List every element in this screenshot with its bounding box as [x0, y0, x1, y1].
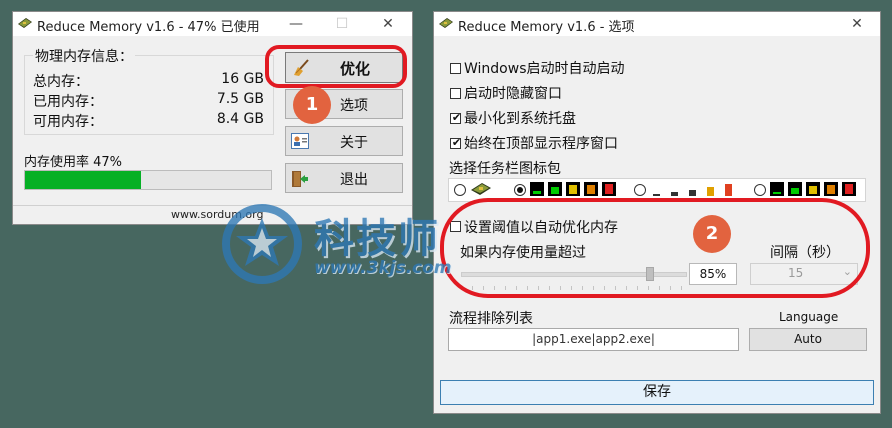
save-button-label: 保存 [643, 384, 671, 400]
main-window-title: Reduce Memory v1.6 - 47% 已使用 [37, 20, 260, 35]
memory-usage-fill [25, 171, 141, 189]
chip-pack-icon [471, 183, 491, 195]
exit-button[interactable]: 退出 [285, 163, 403, 193]
optimize-highlight-ring [265, 45, 407, 88]
memory-info-title: 物理内存信息： [33, 46, 135, 66]
radio-dot [517, 187, 523, 193]
exclusion-input[interactable]: |app1.exe|app2.exe| [448, 328, 739, 351]
segmented-bars-pack-icon [770, 182, 856, 196]
options-button-label: 选项 [340, 98, 368, 114]
about-button[interactable]: 关于 [285, 126, 403, 156]
exclusion-label: 流程排除列表 [449, 311, 533, 327]
save-button[interactable]: 保存 [440, 380, 874, 405]
dark-bars-pack-icon [530, 182, 616, 196]
memory-chip-icon [18, 18, 32, 28]
icon-pack-radio-2[interactable] [514, 184, 526, 196]
close-button[interactable]: ✕ [365, 12, 411, 36]
maximize-button[interactable]: ☐ [319, 12, 365, 36]
checkmark: ✔ [451, 111, 462, 124]
free-memory-label: 可用内存： [33, 114, 103, 130]
icon-pack-label: 选择任务栏图标包 [449, 161, 561, 177]
minimize-button[interactable]: — [273, 12, 319, 36]
always-on-top-label: 始终在顶部显示程序窗口 [464, 136, 618, 152]
used-memory-label: 已用内存： [33, 94, 103, 110]
exit-door-icon [292, 171, 308, 187]
watermark: 科技师 www.3kjs.com [222, 204, 482, 290]
contact-card-icon [291, 133, 309, 149]
icon-pack-radio-1[interactable] [454, 184, 466, 196]
options-close-button[interactable]: ✕ [834, 12, 880, 36]
watermark-star-logo-icon [222, 204, 302, 284]
autostart-checkbox[interactable] [450, 63, 461, 74]
annotation-badge-2: 2 [693, 215, 731, 253]
minimize-to-tray-label: 最小化到系统托盘 [464, 111, 576, 127]
always-on-top-checkbox[interactable]: ✔ [450, 136, 462, 149]
exit-button-label: 退出 [340, 172, 368, 188]
used-memory-value: 7.5 GB [216, 91, 264, 107]
memory-usage-progressbar [24, 170, 272, 190]
exclusion-input-text: |app1.exe|app2.exe| [532, 332, 655, 346]
hide-on-start-checkbox[interactable] [450, 88, 461, 99]
language-label: Language [779, 310, 839, 324]
icon-pack-radio-3[interactable] [634, 184, 646, 196]
language-button-label: Auto [794, 332, 822, 346]
main-window: Reduce Memory v1.6 - 47% 已使用 — ☐ ✕ 物理内存信… [12, 11, 413, 225]
total-memory-label: 总内存： [33, 74, 89, 90]
options-titlebar[interactable]: Reduce Memory v1.6 - 选项 ✕ [434, 12, 880, 36]
hide-on-start-label: 启动时隐藏窗口 [464, 86, 562, 102]
total-memory-value: 16 GB [221, 71, 264, 87]
annotation-badge-1: 1 [293, 86, 331, 124]
light-bars-pack-icon [653, 184, 732, 196]
autostart-label: Windows启动时自动启动 [464, 61, 625, 77]
minimize-to-tray-checkbox[interactable]: ✔ [450, 111, 462, 124]
memory-usage-label: 内存使用率 47% [24, 155, 123, 170]
free-memory-value: 8.4 GB [216, 111, 264, 127]
main-titlebar[interactable]: Reduce Memory v1.6 - 47% 已使用 — ☐ ✕ [13, 12, 412, 36]
watermark-url: www.3kjs.com [314, 258, 452, 278]
language-button[interactable]: Auto [749, 328, 867, 351]
memory-chip-icon [439, 18, 453, 28]
threshold-highlight-ring [440, 198, 870, 298]
icon-pack-radio-4[interactable] [754, 184, 766, 196]
watermark-title: 科技师 [314, 216, 440, 262]
options-window-title: Reduce Memory v1.6 - 选项 [458, 20, 635, 35]
checkmark: ✔ [451, 136, 462, 149]
about-button-label: 关于 [340, 135, 368, 151]
